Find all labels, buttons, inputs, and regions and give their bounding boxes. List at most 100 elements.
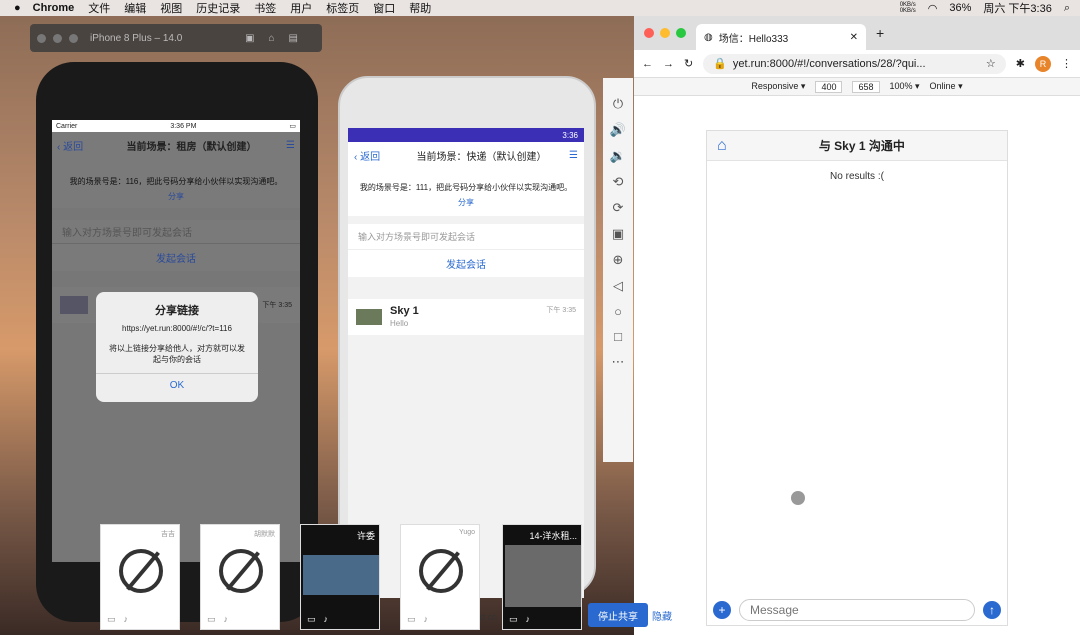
url-text: yet.run:8000/#!/conversations/28/?qui... [732, 57, 926, 70]
hide-button[interactable]: 隐藏 [652, 603, 672, 627]
viewport-width[interactable]: 400 [815, 80, 843, 93]
menu-icon[interactable]: ☰ [286, 140, 295, 151]
network-select[interactable]: Online ▾ [930, 81, 963, 92]
contact-name: Sky 1 [390, 305, 419, 317]
home-icon[interactable]: ○ [614, 304, 622, 319]
profile-avatar[interactable]: R [1035, 55, 1051, 72]
viewport-height[interactable]: 658 [852, 80, 880, 93]
volume-up-icon[interactable]: 🔊 [610, 122, 626, 138]
video-icon[interactable]: ▭ [207, 614, 216, 625]
home-icon[interactable]: ⌂ [717, 137, 727, 155]
reload-icon[interactable]: ↻ [684, 57, 693, 70]
zoom-select[interactable]: 100% ▾ [890, 81, 920, 92]
conversation-row[interactable]: Sky 1 Hello 下午 3:35 [348, 299, 584, 335]
menu-view[interactable]: 视图 [160, 0, 182, 16]
menu-help[interactable]: 帮助 [409, 0, 431, 16]
browser-tab[interactable]: ◍ 场信：Hello333 ✕ [696, 24, 866, 50]
bookmark-star-icon[interactable]: ☆ [986, 57, 996, 70]
new-tab-icon[interactable]: + [876, 25, 884, 41]
menu-history[interactable]: 历史记录 [196, 0, 240, 16]
device-mode-select[interactable]: Responsive ▾ [751, 81, 805, 92]
video-tile[interactable]: 许委 ▭ ♪ [300, 524, 380, 630]
send-icon[interactable]: ↑ [983, 601, 1001, 619]
stop-share-button[interactable]: 停止共享 [588, 603, 648, 627]
wifi-icon[interactable]: ◠ [928, 2, 938, 15]
video-tile[interactable]: 14-洋水租... ▭ ♪ [502, 524, 582, 630]
minimize-dot[interactable] [53, 33, 62, 43]
video-icon[interactable]: ▭ [407, 614, 416, 625]
participant-name: 许委 [356, 531, 375, 541]
mic-icon[interactable]: ♪ [324, 614, 329, 625]
alert-ok-button[interactable]: OK [96, 373, 258, 391]
carrier: Carrier [56, 122, 78, 130]
simulator-title-bar[interactable]: iPhone 8 Plus – 14.0 ▣⌂▤ [30, 24, 322, 52]
extension-icon[interactable]: ✱ [1016, 57, 1025, 70]
lock-icon: 🔒 [713, 58, 727, 70]
overview-icon[interactable]: □ [614, 329, 622, 344]
mac-menu-bar: ● Chrome 文件 编辑 视图 历史记录 书签 用户 标签页 窗口 帮助 0… [0, 0, 1080, 16]
participant-video [505, 545, 581, 607]
video-tile[interactable]: 吉吉 ▭ ♪ [100, 524, 180, 630]
menu-edit[interactable]: 编辑 [124, 0, 146, 16]
menu-tab[interactable]: 标签页 [326, 0, 359, 16]
nav-title: 当前场景：租房（默认创建） [126, 141, 257, 153]
device-toolbar: Responsive ▾ 400 658 100% ▾ Online ▾ [634, 78, 1080, 96]
close-tab-icon[interactable]: ✕ [850, 32, 858, 43]
close-dot[interactable] [37, 33, 46, 43]
video-icon[interactable]: ▭ [307, 614, 316, 625]
clock[interactable]: 周六 下午3:36 [983, 0, 1051, 16]
menu-people[interactable]: 用户 [290, 0, 312, 16]
minimize-dot[interactable] [660, 28, 670, 38]
mic-icon[interactable]: ♪ [424, 614, 429, 625]
menu-window[interactable]: 窗口 [373, 0, 395, 16]
mic-icon[interactable]: ♪ [224, 614, 229, 625]
participant-name: Yugo [459, 529, 475, 536]
url-field[interactable]: 🔒 yet.run:8000/#!/conversations/28/?qui.… [703, 53, 1006, 74]
search-icon[interactable]: ⌕ [1064, 2, 1070, 15]
video-icon[interactable]: ▭ [509, 614, 518, 625]
rotate-left-icon[interactable]: ⟲ [613, 174, 624, 190]
add-icon[interactable]: + [713, 601, 731, 619]
avatar [60, 296, 88, 314]
start-conversation-button[interactable]: 发起会话 [348, 250, 584, 277]
row-time: 下午 3:35 [262, 302, 292, 309]
scene-info: 我的场景号是：111，把此号码分享给小伙伴以实现沟通吧。 分享 [348, 168, 584, 216]
menu-file[interactable]: 文件 [88, 0, 110, 16]
tab-strip: ◍ 场信：Hello333 ✕ + [634, 16, 1080, 50]
menu-icon[interactable]: ☰ [569, 150, 578, 161]
rotate-right-icon[interactable]: ⟳ [613, 200, 624, 216]
apple-icon[interactable]: ● [14, 2, 21, 14]
power-icon[interactable]: ⏻ [613, 96, 623, 112]
video-tile[interactable]: Yugo ▭ ♪ [400, 524, 480, 630]
screenshot-home-rotate-icons[interactable]: ▣⌂▤ [245, 33, 312, 44]
mic-icon[interactable]: ♪ [526, 614, 531, 625]
back-arrow-icon[interactable]: ← [642, 58, 653, 70]
zoom-dot[interactable] [69, 33, 78, 43]
video-tile[interactable]: 胡默默 ▭ ♪ [200, 524, 280, 630]
kebab-menu-icon[interactable]: ⋮ [1061, 57, 1072, 70]
share-link[interactable]: 分享 [354, 197, 578, 208]
battery-text[interactable]: 36% [949, 2, 971, 14]
back-button[interactable]: ‹ 返回 [57, 138, 97, 153]
share-link[interactable]: 分享 [58, 191, 294, 202]
scene-number-input[interactable]: 输入对方场景号即可发起会话 [348, 224, 584, 250]
mic-icon[interactable]: ♪ [124, 614, 129, 625]
menu-bookmarks[interactable]: 书签 [254, 0, 276, 16]
back-button[interactable]: ‹ 返回 [354, 148, 394, 163]
forward-arrow-icon[interactable]: → [663, 58, 674, 70]
chrome-window: ◍ 场信：Hello333 ✕ + ← → ↻ 🔒 yet.run:8000/#… [634, 16, 1080, 635]
more-icon[interactable]: ⋯ [612, 354, 625, 370]
camera-off-icon [219, 549, 263, 593]
volume-down-icon[interactable]: 🔉 [610, 148, 626, 164]
share-link-alert: 分享链接 https://yet.run:8000/#!/c/?t=116 将以… [96, 292, 258, 402]
video-icon[interactable]: ▭ [107, 614, 116, 625]
message-input[interactable] [739, 599, 975, 621]
menu-app-name[interactable]: Chrome [33, 2, 75, 14]
camera-icon[interactable]: ▣ [612, 226, 624, 242]
scene-number-input[interactable]: 输入对方场景号即可发起会话 [52, 220, 300, 244]
back-icon[interactable]: ◁ [613, 278, 623, 294]
start-conversation-button[interactable]: 发起会话 [52, 244, 300, 271]
zoom-icon[interactable]: ⊕ [613, 252, 624, 268]
close-dot[interactable] [644, 28, 654, 38]
zoom-dot[interactable] [676, 28, 686, 38]
